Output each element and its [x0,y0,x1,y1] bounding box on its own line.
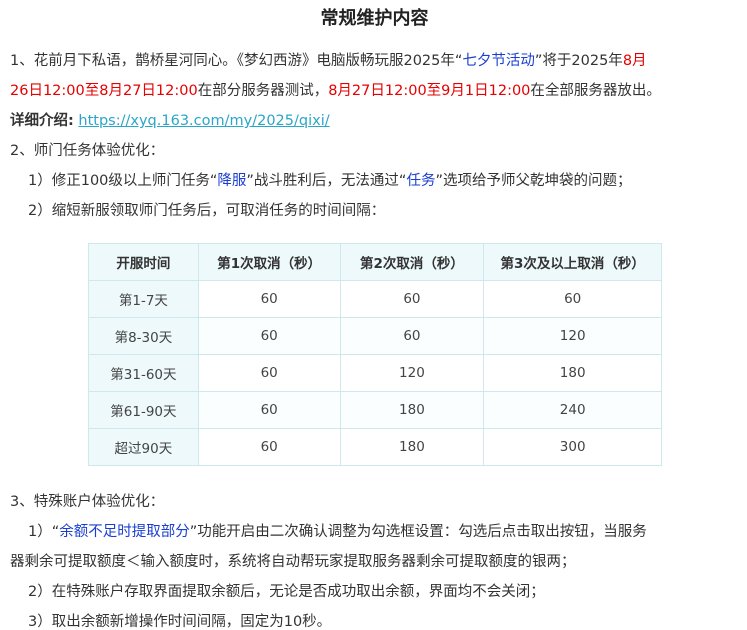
detail-link[interactable]: https://xyq.163.com/my/2025/qixi/ [78,113,329,129]
table-row: 第31-60天 60 120 180 [88,354,662,392]
table-cell: 第31-60天 [88,354,199,392]
table-cell: 300 [483,428,662,466]
table-header: 开服时间 [88,243,199,281]
item3-sub1-line1: 1）“余额不足时提取部分”功能开启由二次确认调整为勾选框设置：勾选后点击取出按钮… [10,517,739,547]
table-cell: 第61-90天 [88,391,199,429]
table-cell: 第8-30天 [88,317,199,355]
item2-sub2: 2）缩短新服领取师门任务后，可取消任务的时间间隔： [28,203,386,219]
date-text: 8月 [622,53,647,69]
table-header: 第1次取消（秒） [197,243,341,281]
page-title: 常规维护内容 [320,8,429,29]
table-row: 超过90天 60 180 300 [88,428,662,466]
table-cell: 180 [483,354,662,392]
keyword-task: 任务 [406,173,436,189]
maintenance-notice: 常规维护内容 1、花前月下私语，鹊桥星河同心。《梦幻西游》电脑版畅玩服2025年… [0,0,747,630]
item1-line2: 26日12:00至8月27日12:00在部分服务器测试，8月27日12:00至9… [10,76,739,106]
item2-heading: 2、师门任务体验优化： [10,143,165,159]
item3-heading: 3、特殊账户体验优化： [10,494,165,510]
table-cell: 超过90天 [88,428,199,466]
item3-sub3: 3）取出余额新增操作时间间隔，固定为10秒。 [28,614,332,630]
cancel-interval-table-wrap: 开服时间 第1次取消（秒） 第2次取消（秒） 第3次及以上取消（秒） 第1-7天… [10,243,739,479]
item1-prefix: 1、花前月下私语，鹊桥星河同心。《梦幻西游》电脑版畅玩服2025年“ [10,53,463,69]
table-cell: 60 [197,428,341,466]
table-cell: 60 [197,280,341,318]
keyword-subdue: 降服 [217,173,247,189]
item1-mid2: 在部分服务器测试， [197,83,329,99]
table-cell: 60 [197,391,341,429]
table-cell: 120 [483,317,662,355]
detail-line: 详细介绍: https://xyq.163.com/my/2025/qixi/ [10,106,739,136]
item1-suffix: 在全部服务器放出。 [530,83,661,99]
test-period: 26日12:00至8月27日12:00 [10,83,198,99]
item3-sub2: 2）在特殊账户存取界面提取余额后，无论是否成功取出余额，界面均不会关闭； [28,584,545,600]
item1-line1: 1、花前月下私语，鹊桥星河同心。《梦幻西游》电脑版畅玩服2025年“七夕节活动”… [10,46,739,76]
item3-sub1-line2: 器剩余可提取额度＜输入额度时，系统将自动帮玩家提取服务器剩余可提取额度的银两； [10,554,576,570]
item2-sub1-suffix: ”选项给予师父乾坤袋的问题； [435,173,632,189]
table-cell: 60 [339,280,485,318]
table-header: 第3次及以上取消（秒） [483,243,662,281]
item2-sub1-mid: ”战斗胜利后，无法通过“ [246,173,407,189]
item2-sub1: 1）修正100级以上师门任务“降服”战斗胜利后，无法通过“任务”选项给予师父乾坤… [10,166,739,196]
table-cell: 120 [339,354,485,392]
item3-sub1-prefix: 1）“ [28,524,60,540]
keyword-partial-withdraw: 余额不足时提取部分 [59,524,190,540]
table-row: 第1-7天 60 60 60 [88,280,662,318]
table-cell: 第1-7天 [88,280,199,318]
table-cell: 180 [339,391,485,429]
item1-mid: ”将于2025年 [534,53,623,69]
table-cell: 60 [483,280,662,318]
table-header: 第2次取消（秒） [339,243,485,281]
table-row: 第61-90天 60 180 240 [88,391,662,429]
item2-sub1-prefix: 1）修正100级以上师门任务“ [28,173,218,189]
table-cell: 240 [483,391,662,429]
table-cell: 180 [339,428,485,466]
detail-label: 详细介绍: [10,113,74,129]
table-cell: 60 [197,317,341,355]
event-name: 七夕节活动 [462,53,535,69]
table-cell: 60 [339,317,485,355]
table-row: 第8-30天 60 60 120 [88,317,662,355]
cancel-interval-table: 开服时间 第1次取消（秒） 第2次取消（秒） 第3次及以上取消（秒） 第1-7天… [88,243,662,466]
table-header-row: 开服时间 第1次取消（秒） 第2次取消（秒） 第3次及以上取消（秒） [88,243,662,281]
item3-sub1-suffix: ”功能开启由二次确认调整为勾选框设置：勾选后点击取出按钮，当服务 [189,524,647,540]
release-period: 8月27日12:00至9月1日12:00 [328,83,531,99]
table-cell: 60 [197,354,341,392]
